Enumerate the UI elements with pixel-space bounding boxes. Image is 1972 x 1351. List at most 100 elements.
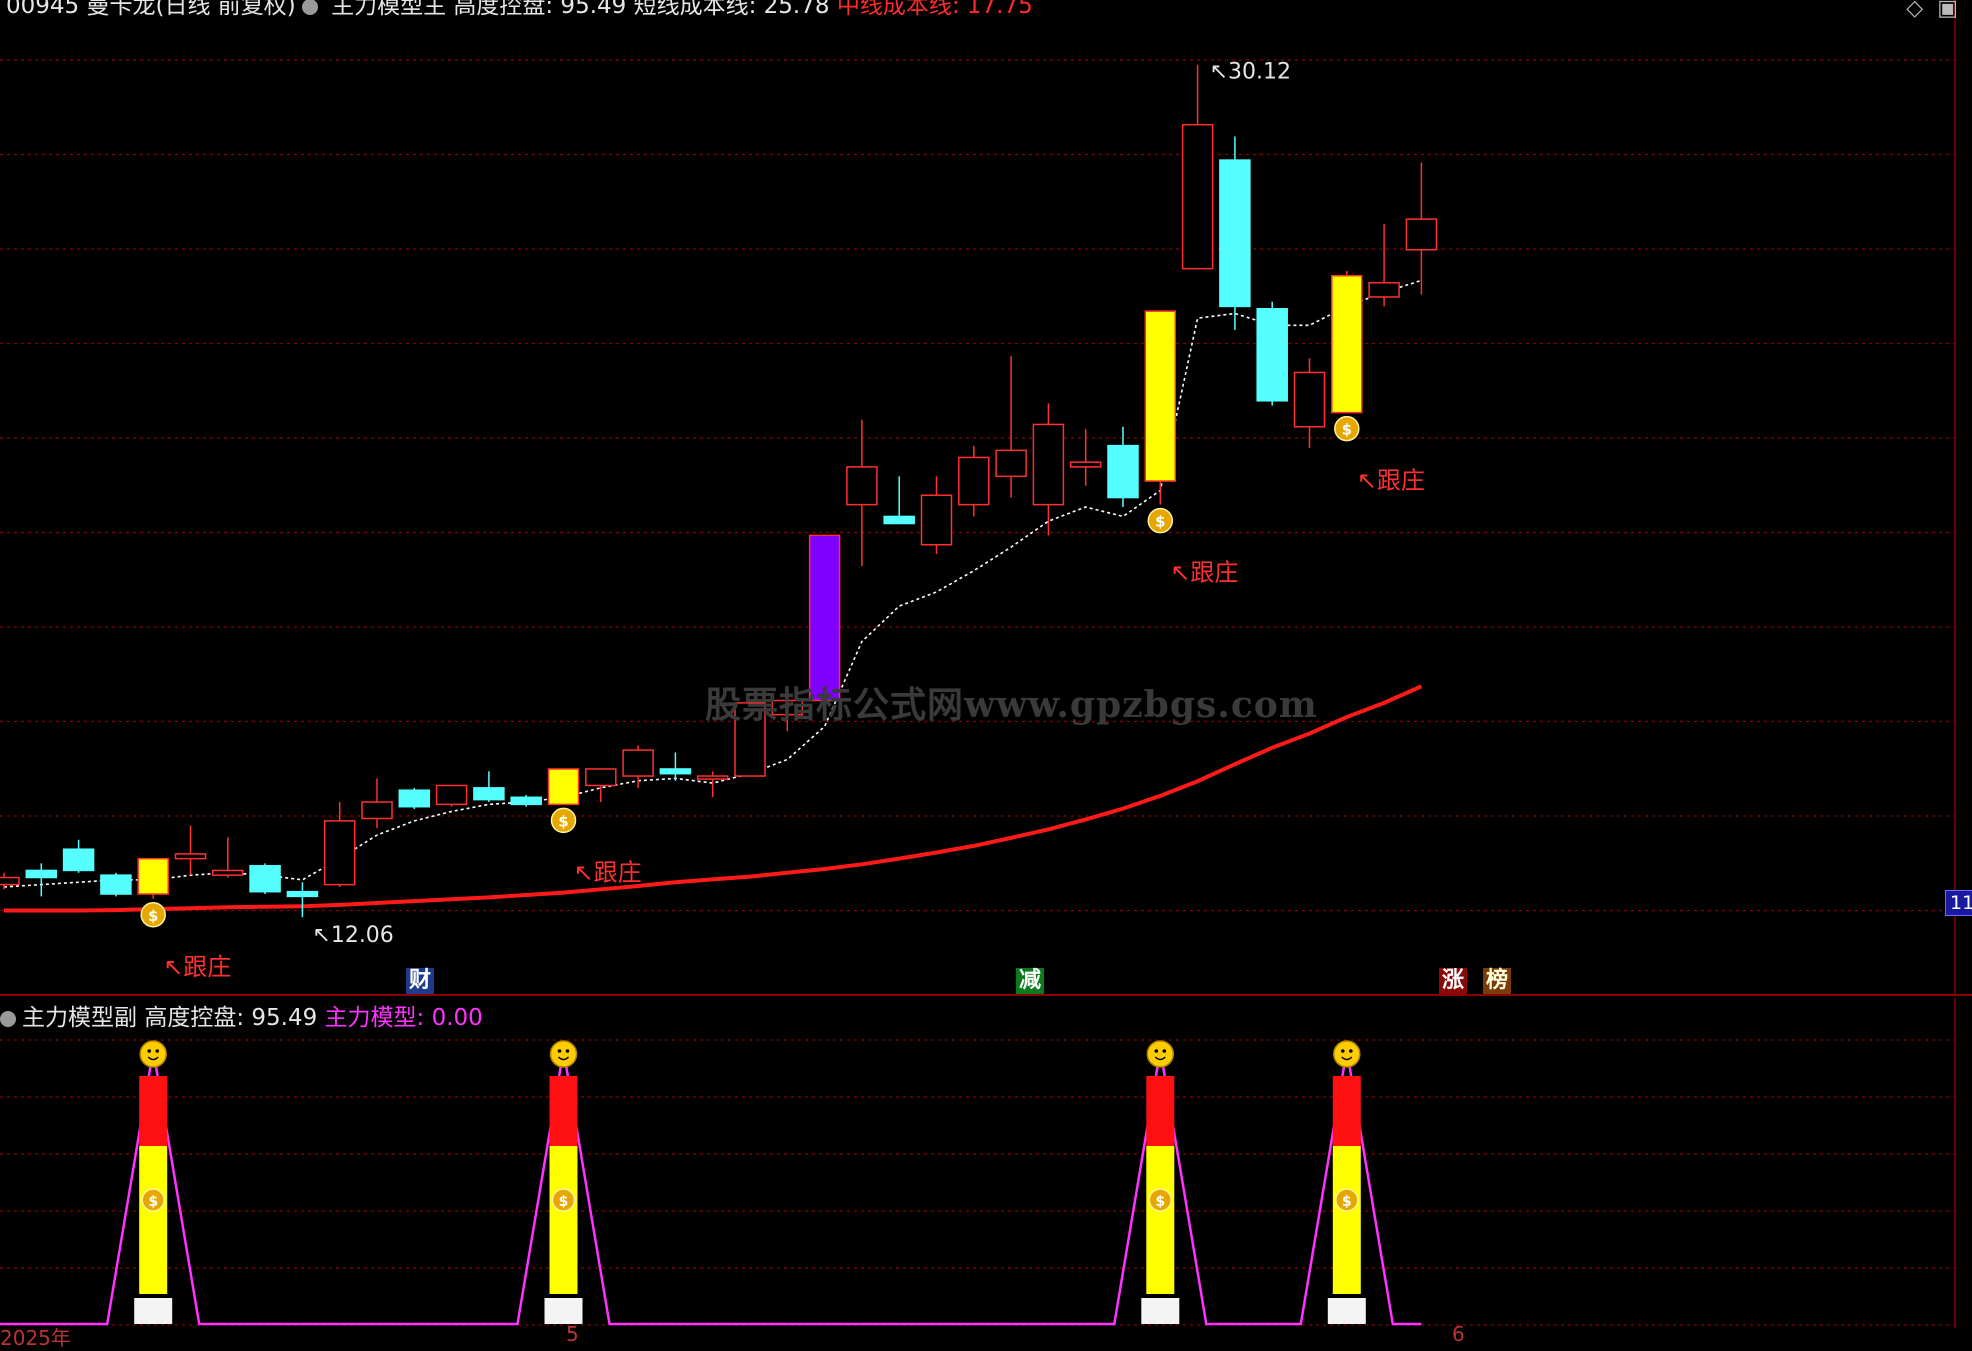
price-axis-tag: 11 [1945, 890, 1972, 916]
follow-label: ↖跟庄 [163, 953, 231, 981]
money-bag-icon: $ [558, 812, 568, 830]
smiley-icon [147, 1049, 151, 1053]
candle-body [249, 864, 281, 893]
candle-body [1144, 310, 1177, 482]
signal-bar [1332, 1146, 1361, 1294]
candle-body [659, 768, 692, 775]
date-axis-label: 2025年 [0, 1326, 71, 1350]
candle-body [883, 515, 915, 525]
candle-body [62, 848, 95, 872]
smiley-icon [1154, 1049, 1159, 1053]
money-bag-icon: $ [1342, 1194, 1352, 1210]
date-axis-label: 5 [566, 1322, 579, 1346]
candle-body [1405, 218, 1438, 251]
candle-body [696, 775, 729, 780]
date-axis: 2025年 5 6 [0, 1322, 1972, 1350]
sub-indicator-name: 主力模型副 [22, 1005, 137, 1031]
candle-body [435, 784, 468, 806]
follow-label: ↖跟庄 [1357, 467, 1425, 495]
candle-body [920, 494, 953, 546]
window-icon[interactable]: ▣ [1937, 0, 1958, 21]
signal-base [134, 1298, 173, 1324]
watermark: 股票指标公式网www.gpzbgs.com [705, 684, 1318, 726]
candle-body [958, 456, 990, 506]
signal-base [1141, 1298, 1180, 1324]
follow-label: ↖跟庄 [574, 858, 642, 886]
candle-body [1181, 123, 1214, 270]
candle-body [212, 869, 244, 876]
money-bag-icon: $ [148, 907, 158, 925]
smiley-icon [1333, 1040, 1361, 1068]
low-price-label: ↖12.06 [312, 923, 393, 948]
marker-jian[interactable]: 减 [1016, 968, 1045, 994]
stock-name: 曼卡龙(日线 前复权) [86, 0, 296, 19]
money-bag-icon: $ [559, 1194, 569, 1210]
candle-body [473, 787, 505, 801]
marker-bang[interactable]: 榜 [1483, 968, 1512, 994]
smiley-icon [549, 1040, 578, 1068]
candle-body [510, 796, 542, 806]
candle-body [174, 853, 207, 860]
smiley-icon [1349, 1049, 1353, 1053]
indicator-name: 主力模型主 [331, 0, 447, 19]
signal-base [544, 1298, 583, 1324]
smiley-icon [139, 1040, 167, 1068]
control-value: 高度控盘: 95.49 [453, 0, 627, 19]
candle-body [995, 449, 1027, 478]
sub-chart-panel[interactable]: $ $ $ $ 主力模型副 高度控盘: 95.49 主力模型: 0.00 [0, 998, 1972, 1328]
candle-body [398, 789, 431, 808]
smiley-icon [1146, 1040, 1175, 1068]
money-bag-icon: $ [1155, 1194, 1165, 1210]
candle-body [547, 768, 580, 806]
marker-cai[interactable]: 财 [406, 968, 435, 994]
main-header: 00945 曼卡龙(日线 前复权) 主力模型主 高度控盘: 95.49 短线成本… [6, 0, 1033, 20]
smiley-icon [565, 1049, 570, 1053]
smiley-icon [557, 1049, 562, 1053]
model-line [0, 1049, 1422, 1326]
money-bag-icon: $ [148, 1194, 158, 1210]
sub-header: 主力模型副 高度控盘: 95.49 主力模型: 0.00 [0, 998, 483, 1032]
candle-body [361, 801, 393, 820]
settings-ring-icon[interactable] [0, 1011, 16, 1027]
chevron-icon[interactable]: ◇ [1906, 0, 1923, 21]
candle-body [1256, 308, 1288, 402]
mid-cost-value: 中线成本线: 17.75 [836, 0, 1033, 19]
sub-control-value: 高度控盘: 95.49 [144, 1005, 318, 1031]
settings-ring-icon[interactable] [301, 0, 318, 15]
signal-bar [1146, 1146, 1175, 1294]
candle-body [100, 874, 132, 895]
smiley-icon [1341, 1049, 1345, 1053]
marker-zhang[interactable]: 涨 [1439, 968, 1468, 994]
signal-base [1327, 1298, 1366, 1324]
candle-body [846, 466, 878, 506]
candle-body [323, 820, 356, 886]
smiley-icon [1162, 1049, 1167, 1053]
follow-label: ↖跟庄 [1170, 559, 1238, 587]
candle-body [1069, 461, 1102, 468]
money-bag-icon: $ [1342, 421, 1352, 439]
signal-bar [139, 1146, 168, 1294]
sub-chart-svg[interactable]: $ $ $ $ [0, 998, 1972, 1328]
stock-code: 00945 [6, 0, 80, 19]
candle-body [0, 876, 20, 886]
candle-body [1107, 444, 1139, 499]
candle-body [1293, 371, 1326, 428]
main-chart-panel[interactable]: $ ↖跟庄 $ ↖跟庄 $ ↖跟庄 $ ↖跟庄 ↖30.12 ↖12.06 00945 曼卡龙(日… [0, 0, 1972, 996]
short-cost-value: 短线成本线: 25.78 [633, 0, 830, 19]
candle-body [25, 869, 58, 879]
signal-bar [1146, 1076, 1175, 1146]
candle-body [622, 749, 654, 777]
candle-body [585, 768, 617, 787]
candle-body [1331, 274, 1363, 414]
date-axis-label: 6 [1452, 1322, 1465, 1346]
candle-body [137, 857, 169, 895]
signal-bar [1332, 1076, 1361, 1146]
money-bag-icon: $ [1155, 513, 1165, 531]
candle-body [1219, 159, 1251, 308]
signal-bar [549, 1076, 578, 1146]
sub-model-value: 主力模型: 0.00 [324, 1005, 483, 1031]
main-chart-svg[interactable]: $ ↖跟庄 $ ↖跟庄 $ ↖跟庄 $ ↖跟庄 ↖30.12 ↖12.06 [0, 0, 1972, 996]
candle-body [1368, 282, 1400, 298]
high-price-label: ↖30.12 [1210, 60, 1291, 85]
smiley-icon [155, 1049, 159, 1053]
